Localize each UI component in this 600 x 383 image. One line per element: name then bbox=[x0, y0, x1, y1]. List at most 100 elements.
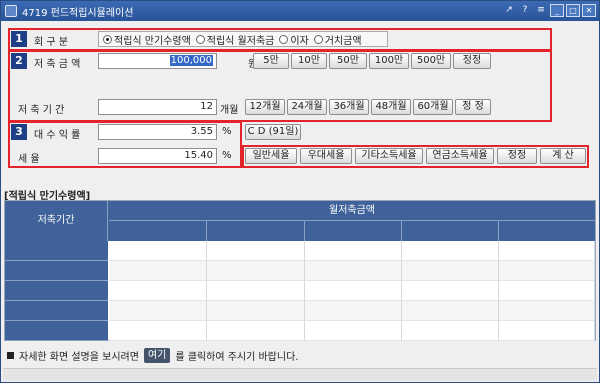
header-monthly-amount: 월저축금액 bbox=[109, 201, 595, 221]
preferential-tax-button[interactable]: 우대세율 bbox=[300, 148, 352, 164]
table-cell bbox=[305, 281, 402, 301]
help-footer: 자세한 화면 설명을 보시려면 여기 를 클릭하여 주시기 바랍니다. bbox=[1, 343, 599, 367]
table-cell bbox=[109, 241, 207, 261]
table-cell bbox=[402, 321, 499, 341]
table-cell bbox=[109, 301, 207, 321]
other-income-tax-button[interactable]: 기타소득세율 bbox=[355, 148, 423, 164]
title-bar: 4719 펀드적립시뮬레이션 ↗ ? ≡ _ □ ✕ bbox=[1, 1, 599, 21]
table-cell bbox=[402, 281, 499, 301]
table-cell bbox=[402, 301, 499, 321]
header-subcell bbox=[402, 221, 499, 241]
table-cell bbox=[109, 281, 207, 301]
radio-maturity-amount[interactable]: 적립식 만기수령액 bbox=[103, 32, 191, 47]
row-header-cell bbox=[5, 241, 108, 261]
help-link[interactable]: 여기 bbox=[143, 347, 171, 363]
grid-header: 저축기간 월저축금액 bbox=[5, 201, 595, 241]
table-cell bbox=[499, 241, 595, 261]
table-cell bbox=[499, 261, 595, 281]
result-grid: 저축기간 월저축금액 bbox=[4, 200, 596, 341]
row-header-cell bbox=[5, 321, 108, 341]
table-cell bbox=[402, 261, 499, 281]
amount-5man-button[interactable]: 5만 bbox=[253, 53, 289, 69]
footer-text-after: 를 클릭하여 주시기 바랍니다. bbox=[175, 351, 299, 363]
calculate-button[interactable]: 계 산 bbox=[540, 148, 586, 164]
amount-500man-button[interactable]: 500만 bbox=[411, 53, 451, 69]
table-cell bbox=[305, 301, 402, 321]
table-row bbox=[5, 301, 595, 321]
section3-badge: 3 bbox=[11, 124, 27, 140]
table-cell bbox=[402, 241, 499, 261]
cd-rate-button[interactable]: C D (91일) bbox=[245, 124, 301, 140]
radio-deposit-amount[interactable]: 거치금액 bbox=[313, 32, 362, 47]
amount-value: 100,000 bbox=[169, 55, 213, 66]
category-label: 회 구 분 bbox=[34, 37, 68, 48]
fund-simulation-window: 4719 펀드적립시뮬레이션 ↗ ? ≡ _ □ ✕ 1 회 구 분 적립식 만… bbox=[0, 0, 600, 383]
radio-label: 적립식 월저축금 bbox=[206, 35, 275, 47]
amount-input[interactable]: 100,000 bbox=[98, 53, 217, 69]
period-reset-button[interactable]: 정 정 bbox=[455, 99, 491, 115]
pin-icon[interactable]: ↗ bbox=[502, 4, 516, 17]
minimize-icon[interactable]: _ bbox=[550, 4, 564, 17]
row-header-cell bbox=[5, 261, 108, 281]
window-controls: ↗ ? ≡ _ □ ✕ bbox=[502, 4, 596, 17]
table-cell bbox=[109, 321, 207, 341]
help-icon[interactable]: ? bbox=[518, 4, 532, 17]
header-period: 저축기간 bbox=[5, 201, 108, 241]
window-title: 4719 펀드적립시뮬레이션 bbox=[22, 7, 134, 19]
maximize-icon[interactable]: □ bbox=[566, 4, 580, 17]
table-row bbox=[5, 321, 595, 341]
app-icon bbox=[5, 5, 17, 17]
header-subcell bbox=[305, 221, 402, 241]
radio-monthly-saving[interactable]: 적립식 월저축금 bbox=[195, 32, 275, 47]
header-subcell bbox=[499, 221, 595, 241]
period-36m-button[interactable]: 36개월 bbox=[329, 99, 369, 115]
table-cell bbox=[207, 321, 305, 341]
input-panel: 1 회 구 분 적립식 만기수령액 적립식 월저축금 이자 거치금액 2 저 축… bbox=[8, 28, 592, 176]
tax-input[interactable]: 15.40 bbox=[98, 148, 217, 164]
header-subcell bbox=[207, 221, 305, 241]
radio-label: 적립식 만기수령액 bbox=[114, 35, 191, 47]
table-cell bbox=[305, 321, 402, 341]
category-radio-group: 적립식 만기수령액 적립식 월저축금 이자 거치금액 bbox=[98, 31, 388, 47]
radio-unchecked-icon bbox=[279, 34, 289, 44]
radio-label: 거치금액 bbox=[324, 35, 362, 47]
period-60m-button[interactable]: 60개월 bbox=[413, 99, 453, 115]
rate-unit: % bbox=[222, 126, 232, 137]
table-cell bbox=[305, 241, 402, 261]
table-cell bbox=[207, 241, 305, 261]
period-input[interactable]: 12 bbox=[98, 99, 217, 115]
header-subcell bbox=[109, 221, 207, 241]
radio-interest[interactable]: 이자 bbox=[279, 32, 309, 47]
table-cell bbox=[207, 261, 305, 281]
period-12m-button[interactable]: 12개월 bbox=[245, 99, 285, 115]
row-header-cell bbox=[5, 301, 108, 321]
period-label: 저 축 기 간 bbox=[18, 105, 65, 116]
period-unit: 개월 bbox=[220, 105, 239, 116]
close-icon[interactable]: ✕ bbox=[582, 4, 596, 17]
period-48m-button[interactable]: 48개월 bbox=[371, 99, 411, 115]
table-row bbox=[5, 261, 595, 281]
general-tax-button[interactable]: 일반세율 bbox=[245, 148, 297, 164]
radio-checked-icon bbox=[103, 34, 112, 44]
tax-label: 세 율 bbox=[18, 154, 40, 165]
pension-income-tax-button[interactable]: 연금소득세율 bbox=[426, 148, 494, 164]
menu-icon[interactable]: ≡ bbox=[534, 4, 548, 17]
table-row bbox=[5, 241, 595, 261]
radio-label: 이자 bbox=[290, 35, 309, 47]
section1-badge: 1 bbox=[11, 31, 27, 47]
table-cell bbox=[499, 321, 595, 341]
tax-reset-button[interactable]: 정정 bbox=[497, 148, 537, 164]
amount-label: 저 축 금 액 bbox=[34, 59, 81, 70]
amount-100man-button[interactable]: 100만 bbox=[369, 53, 409, 69]
period-24m-button[interactable]: 24개월 bbox=[287, 99, 327, 115]
table-row bbox=[5, 281, 595, 301]
rate-label: 대 수 익 률 bbox=[34, 130, 81, 141]
amount-50man-button[interactable]: 50만 bbox=[329, 53, 367, 69]
table-cell bbox=[109, 261, 207, 281]
row-header-cell bbox=[5, 281, 108, 301]
table-cell bbox=[207, 281, 305, 301]
amount-10man-button[interactable]: 10만 bbox=[291, 53, 327, 69]
amount-reset-button[interactable]: 정정 bbox=[453, 53, 491, 69]
table-cell bbox=[499, 301, 595, 321]
rate-input[interactable]: 3.55 bbox=[98, 124, 217, 140]
